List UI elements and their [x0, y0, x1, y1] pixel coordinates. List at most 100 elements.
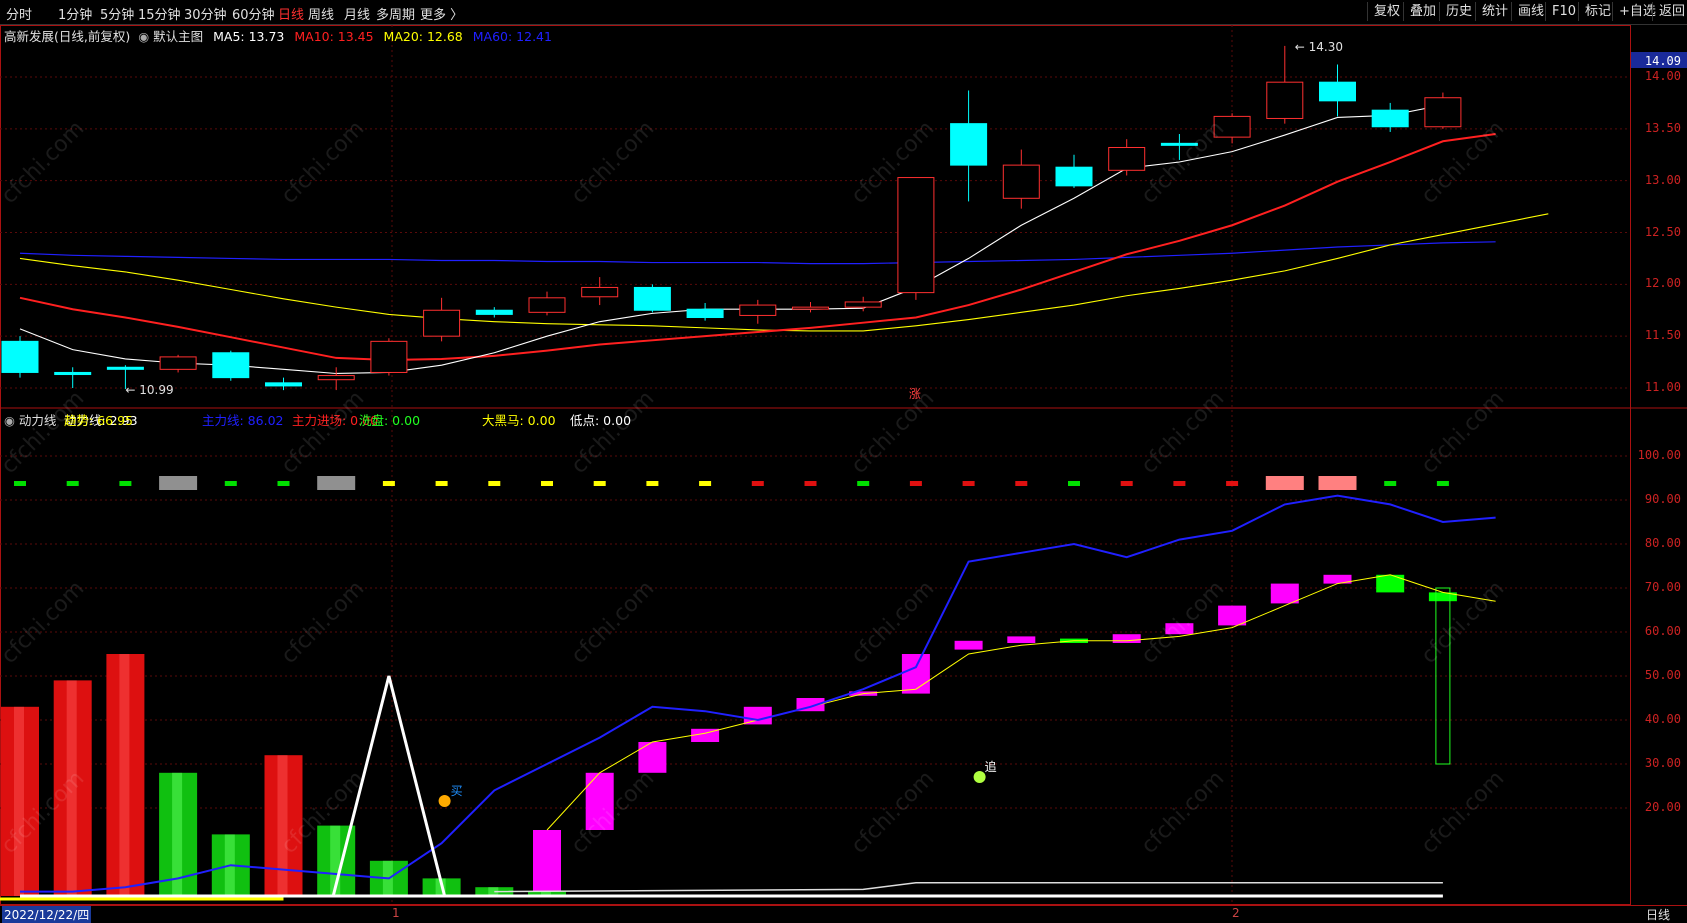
status-dot: [1015, 481, 1028, 486]
status-dot: [14, 481, 26, 486]
trend-box: [901, 654, 930, 694]
period-tab-10[interactable]: 更多 〉: [420, 4, 463, 23]
status-dot: [804, 481, 817, 486]
candle-body: [423, 309, 461, 337]
toolbar-button-3[interactable]: 统计: [1475, 2, 1514, 21]
trend-box: [1112, 634, 1141, 643]
period-tab-0[interactable]: 分时: [6, 4, 32, 23]
candle-body: [212, 352, 250, 379]
candle-body: [792, 306, 829, 310]
period-tab-1[interactable]: 1分钟: [58, 4, 92, 23]
period-tab-9[interactable]: 多周期: [376, 4, 415, 23]
period-tab-8[interactable]: 月线: [344, 4, 370, 23]
stock-title: 高新发展(日线,前复权): [4, 29, 131, 44]
status-dot: [1384, 481, 1397, 486]
toolbar-button-8[interactable]: 返回: [1652, 2, 1687, 21]
price-tick-6: 11.00: [1644, 380, 1681, 394]
ma20-line: [19, 213, 1549, 332]
candle-body: [686, 308, 724, 319]
status-dot: [317, 476, 356, 490]
status-dot: [382, 481, 395, 486]
toolbar-button-5[interactable]: F10: [1545, 2, 1582, 21]
low-point-line: [494, 882, 1443, 893]
trend-box: [533, 830, 561, 892]
trend-box: [743, 706, 772, 725]
low-price-label: ← 10.99: [125, 383, 173, 397]
period-tab-5[interactable]: 60分钟: [232, 4, 275, 23]
period-tab-7[interactable]: 周线: [308, 4, 334, 23]
candle-body: [1055, 166, 1093, 187]
sub-tick-3: 70.00: [1644, 580, 1681, 594]
power-bar-highlight: [119, 654, 130, 896]
power-bar-highlight: [277, 755, 288, 896]
status-dot: [1068, 481, 1080, 486]
trend-box: [1165, 623, 1194, 635]
candle-body: [1, 340, 39, 373]
month-tick-2: 2: [1232, 906, 1240, 920]
power-bar-highlight: [14, 706, 24, 896]
sub-label-6: 低点: 0.00: [570, 413, 632, 428]
main-chart-legend: 高新发展(日线,前复权) ◉ 默认主图 MA5: 13.73 MA10: 13.…: [4, 26, 552, 45]
indicator-name[interactable]: 默认主图: [153, 29, 203, 44]
ma10-line: [19, 133, 1496, 362]
period-tab-3[interactable]: 15分钟: [138, 4, 181, 23]
month-tick-1: 1: [392, 906, 400, 920]
sub-tick-6: 40.00: [1644, 712, 1681, 726]
ma-label-0: MA5: 13.73: [213, 29, 285, 44]
candle-body: [1371, 109, 1409, 128]
ma60-line: [19, 241, 1496, 265]
candle-body: [1160, 142, 1198, 146]
period-toolbar: 分时 1分钟 5分钟 15分钟 30分钟 60分钟 日线 周线 月线 多周期 更多 〉 复权 叠加 历史统…: [0, 0, 1687, 25]
status-dot: [1265, 476, 1304, 490]
candle-body: [897, 177, 935, 294]
sub-tick-8: 20.00: [1644, 800, 1681, 814]
main-force-line: [20, 494, 1496, 893]
high-price-label: ← 14.30: [1295, 40, 1343, 54]
price-tick-1: 13.50: [1644, 120, 1681, 135]
sub-tick-4: 60.00: [1644, 624, 1681, 638]
candle-body: [1108, 146, 1146, 171]
wash-box: [1435, 587, 1451, 765]
trend-box: [1218, 605, 1247, 626]
candle-body: [528, 297, 566, 313]
sub-indicator-icon[interactable]: ◉: [4, 413, 19, 428]
candle-body: [475, 309, 513, 315]
status-dot: [1120, 481, 1133, 486]
trend-line: [546, 574, 1496, 831]
candle-body: [265, 382, 302, 387]
period-label[interactable]: 日线: [1646, 906, 1670, 923]
status-dot: [593, 481, 606, 486]
toolbar-button-0[interactable]: 复权: [1367, 2, 1406, 21]
candle-body: [159, 356, 197, 370]
period-tab-6[interactable]: 日线: [278, 4, 304, 23]
status-dot: [66, 481, 79, 486]
status-dot: [751, 481, 764, 486]
trend-box: [954, 640, 983, 650]
candle-body: [1213, 115, 1251, 138]
indicator-toggle-icon[interactable]: ◉: [138, 29, 149, 44]
rise-signal-label: 涨: [909, 386, 921, 401]
status-dot: [857, 481, 870, 486]
status-dot: [646, 481, 659, 486]
status-dot: [488, 481, 501, 486]
period-tab-4[interactable]: 30分钟: [184, 4, 227, 23]
current-price-label: 14.09: [1644, 54, 1681, 68]
sub-tick-7: 30.00: [1644, 756, 1681, 770]
toolbar-button-2[interactable]: 历史: [1439, 2, 1478, 21]
price-tick-5: 11.50: [1644, 328, 1681, 343]
sub-label-2: 主力线: 86.02: [202, 413, 284, 428]
chase-label: 追: [985, 759, 997, 774]
period-tab-2[interactable]: 5分钟: [100, 4, 134, 23]
status-dot: [1318, 476, 1357, 490]
sub-tick-2: 80.00: [1644, 536, 1681, 550]
status-dot: [909, 481, 922, 486]
price-tick-3: 12.50: [1644, 224, 1681, 239]
toolbar-button-1[interactable]: 叠加: [1403, 2, 1442, 21]
candle-body: [950, 123, 988, 166]
chart-area[interactable]: ← 14.30 ← 10.99 涨买 追: [0, 25, 1687, 905]
buy-label: 买: [451, 784, 463, 798]
status-dot: [277, 481, 290, 486]
price-tick-0: 14.00: [1644, 69, 1681, 83]
sub-indicator-name[interactable]: 动力线: [19, 413, 57, 428]
status-dot: [435, 481, 448, 486]
